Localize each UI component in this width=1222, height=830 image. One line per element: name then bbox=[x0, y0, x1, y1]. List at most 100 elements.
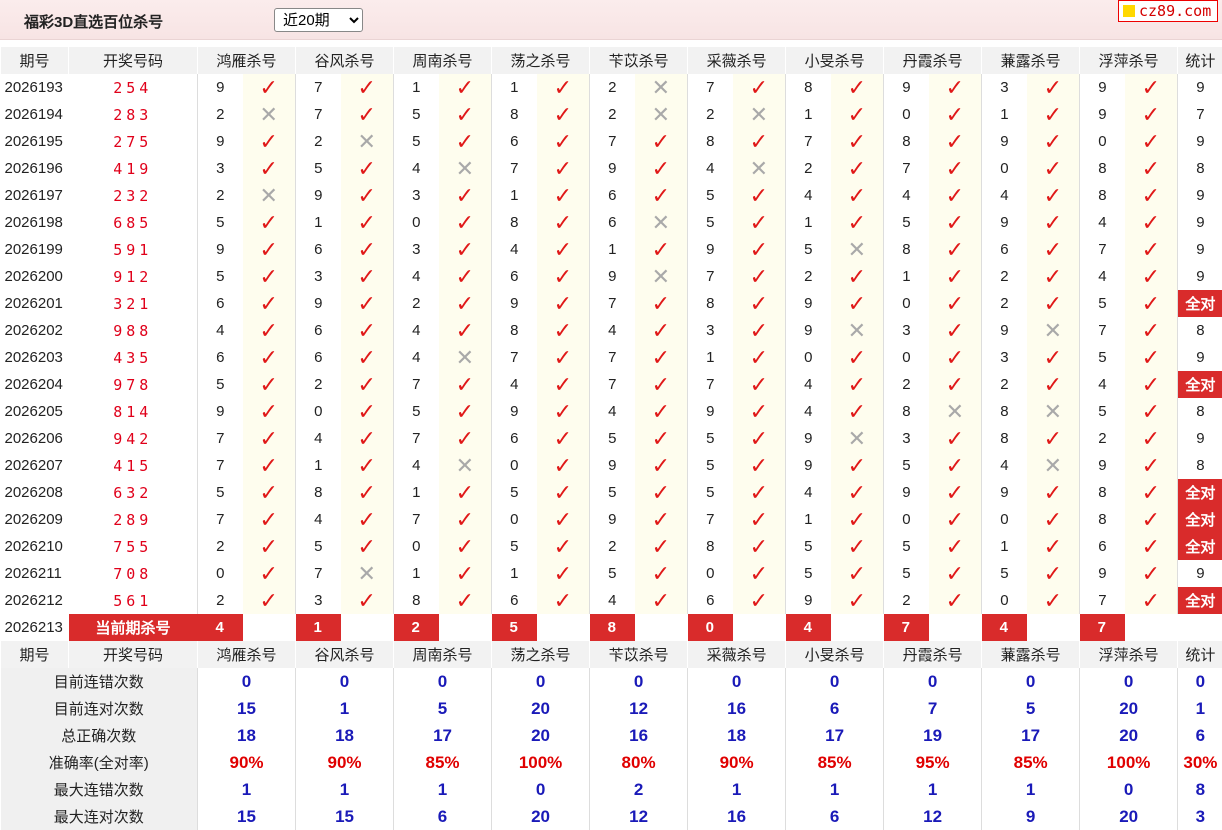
result-cell: ✓ bbox=[1125, 74, 1178, 101]
result-cell: ✓ bbox=[831, 128, 884, 155]
kill-number-cell: 1 bbox=[394, 74, 439, 101]
check-icon: ✓ bbox=[1142, 588, 1160, 613]
summary-value: 20 bbox=[492, 803, 590, 830]
cross-icon: ✕ bbox=[652, 102, 670, 127]
summary-value: 0 bbox=[688, 668, 786, 695]
kill-number-cell: 4 bbox=[786, 182, 831, 209]
result-cell: ✓ bbox=[439, 506, 492, 533]
result-cell: ✓ bbox=[341, 533, 394, 560]
result-cell: ✓ bbox=[929, 425, 982, 452]
result-cell: ✓ bbox=[243, 398, 296, 425]
result-cell: ✓ bbox=[537, 533, 590, 560]
check-icon: ✓ bbox=[554, 534, 572, 559]
check-icon: ✓ bbox=[1142, 237, 1160, 262]
check-icon: ✓ bbox=[750, 345, 768, 370]
tally-cell: 9 bbox=[1178, 344, 1222, 371]
check-icon: ✓ bbox=[652, 318, 670, 343]
result-cell: ✓ bbox=[1125, 155, 1178, 182]
tally-cell: 7 bbox=[1178, 101, 1222, 128]
tally-cell: 9 bbox=[1178, 128, 1222, 155]
period-cell: 2026195 bbox=[1, 128, 69, 155]
kill-number-cell: 5 bbox=[394, 398, 439, 425]
kill-number-cell: 3 bbox=[394, 236, 439, 263]
current-kill-spacer bbox=[733, 614, 786, 641]
result-cell: ✓ bbox=[831, 371, 884, 398]
summary-value: 0 bbox=[590, 668, 688, 695]
result-cell: ✓ bbox=[929, 236, 982, 263]
kill-number-cell: 8 bbox=[296, 479, 341, 506]
result-cell: ✓ bbox=[243, 452, 296, 479]
kill-number-cell: 2 bbox=[884, 587, 929, 614]
result-cell: ✓ bbox=[1027, 560, 1080, 587]
check-icon: ✓ bbox=[1044, 345, 1062, 370]
result-cell: ✓ bbox=[537, 371, 590, 398]
result-cell: ✓ bbox=[341, 209, 394, 236]
result-cell: ✓ bbox=[537, 317, 590, 344]
check-icon: ✓ bbox=[1044, 156, 1062, 181]
kill-number-cell: 6 bbox=[492, 263, 537, 290]
check-icon: ✓ bbox=[750, 588, 768, 613]
cross-icon: ✕ bbox=[456, 156, 474, 181]
check-icon: ✓ bbox=[652, 183, 670, 208]
kill-number-cell: 5 bbox=[590, 560, 635, 587]
result-cell: ✓ bbox=[341, 263, 394, 290]
current-kill-number: 7 bbox=[1080, 614, 1125, 641]
check-icon: ✓ bbox=[750, 183, 768, 208]
kill-number-cell: 2 bbox=[1080, 425, 1125, 452]
result-cell: ✕ bbox=[1027, 317, 1080, 344]
kill-number-cell: 8 bbox=[884, 128, 929, 155]
kill-number-cell: 6 bbox=[198, 290, 243, 317]
check-icon: ✓ bbox=[1044, 480, 1062, 505]
check-icon: ✓ bbox=[358, 264, 376, 289]
check-icon: ✓ bbox=[652, 480, 670, 505]
logo-text: cz89.com bbox=[1139, 1, 1211, 21]
summary-value: 85% bbox=[786, 749, 884, 776]
period-select[interactable]: 近20期 bbox=[274, 8, 363, 32]
result-cell: ✓ bbox=[733, 74, 786, 101]
check-icon: ✓ bbox=[652, 399, 670, 424]
all-correct-badge: 全对 bbox=[1178, 479, 1222, 506]
result-cell: ✓ bbox=[635, 452, 688, 479]
result-cell: ✓ bbox=[1125, 317, 1178, 344]
check-icon: ✓ bbox=[260, 264, 278, 289]
check-icon: ✓ bbox=[554, 75, 572, 100]
result-cell: ✓ bbox=[243, 128, 296, 155]
check-icon: ✓ bbox=[1044, 264, 1062, 289]
result-cell: ✓ bbox=[929, 155, 982, 182]
tally-cell: 8 bbox=[1178, 317, 1222, 344]
period-cell: 2026200 bbox=[1, 263, 69, 290]
cross-icon: ✕ bbox=[1044, 453, 1062, 478]
result-cell: ✓ bbox=[243, 209, 296, 236]
check-icon: ✓ bbox=[260, 588, 278, 613]
result-cell: ✓ bbox=[1027, 290, 1080, 317]
check-icon: ✓ bbox=[358, 480, 376, 505]
summary-value: 12 bbox=[884, 803, 982, 830]
result-cell: ✓ bbox=[439, 398, 492, 425]
table-row: 20261964193✓5✓4✕7✓9✓4✕2✓7✓0✓8✓8 bbox=[1, 155, 1222, 182]
check-icon: ✓ bbox=[456, 210, 474, 235]
check-icon: ✓ bbox=[1142, 507, 1160, 532]
result-cell: ✓ bbox=[537, 290, 590, 317]
tally-cell: 9 bbox=[1178, 209, 1222, 236]
result-cell: ✓ bbox=[635, 155, 688, 182]
kill-number-cell: 4 bbox=[590, 398, 635, 425]
result-cell: ✓ bbox=[1125, 425, 1178, 452]
all-correct-badge: 全对 bbox=[1178, 506, 1222, 533]
kill-number-cell: 5 bbox=[198, 263, 243, 290]
kill-number-cell: 7 bbox=[198, 452, 243, 479]
kill-number-cell: 9 bbox=[492, 290, 537, 317]
current-kill-spacer bbox=[929, 614, 982, 641]
kill-number-cell: 4 bbox=[590, 317, 635, 344]
site-logo[interactable]: cz89.com bbox=[1118, 0, 1218, 22]
check-icon: ✓ bbox=[456, 588, 474, 613]
check-icon: ✓ bbox=[456, 561, 474, 586]
result-cell: ✓ bbox=[733, 182, 786, 209]
check-icon: ✓ bbox=[848, 102, 866, 127]
period-cell: 2026210 bbox=[1, 533, 69, 560]
summary-value: 100% bbox=[1080, 749, 1178, 776]
check-icon: ✓ bbox=[1044, 183, 1062, 208]
draw-number-cell: 942 bbox=[69, 425, 198, 452]
table-row: 20262034356✓6✓4✕7✓7✓1✓0✓0✓3✓5✓9 bbox=[1, 344, 1222, 371]
current-kill-spacer bbox=[831, 614, 884, 641]
kill-number-cell: 1 bbox=[492, 560, 537, 587]
